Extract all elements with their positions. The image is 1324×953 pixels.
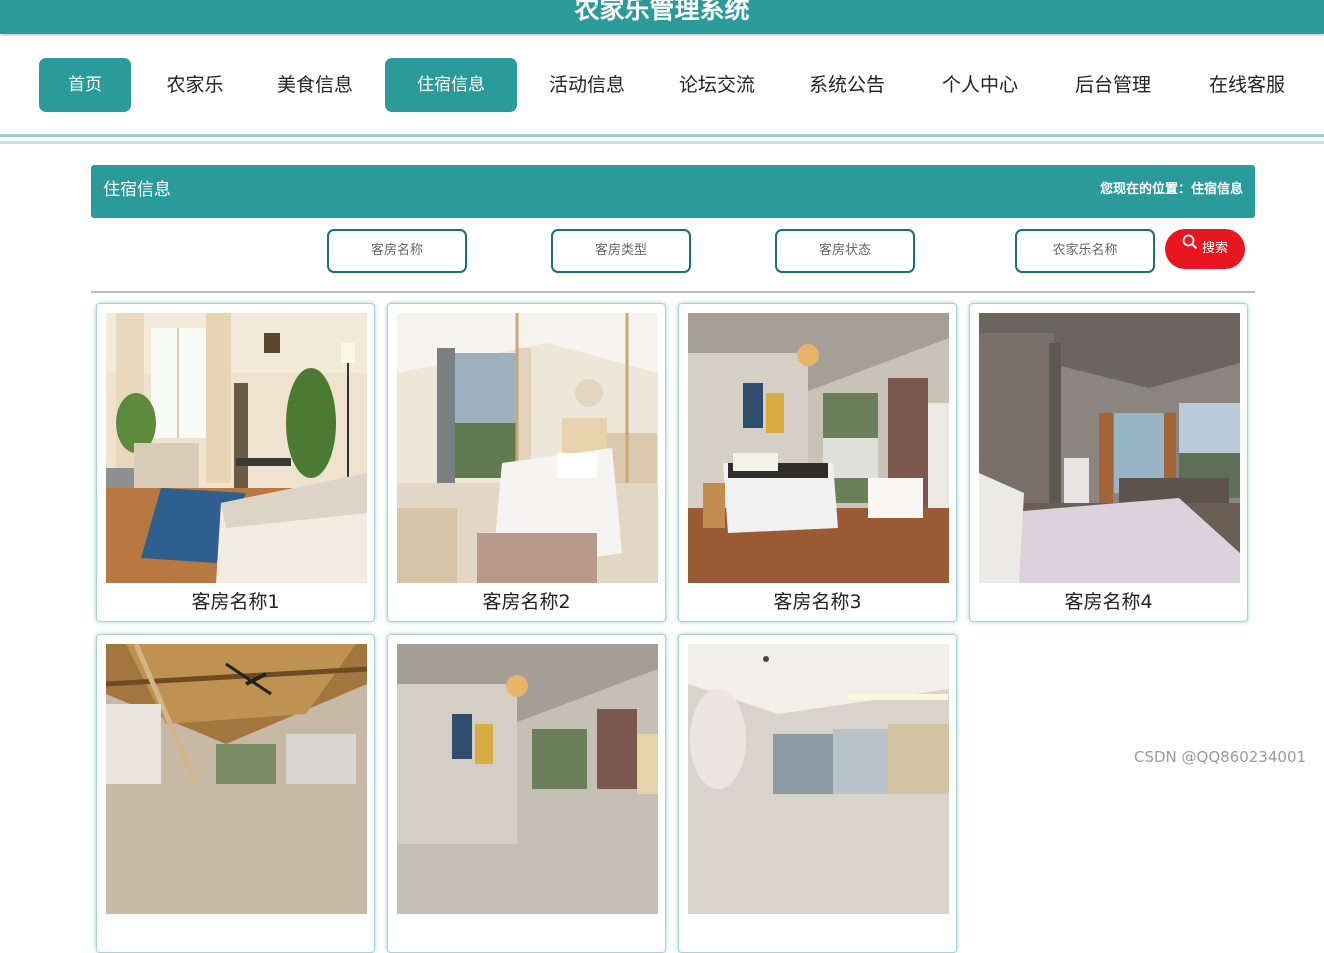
nav-item-food[interactable]: 美食信息: [265, 58, 365, 112]
room-status-input[interactable]: [775, 229, 915, 273]
room-photo[interactable]: [106, 644, 367, 914]
room-card[interactable]: 客房名称4: [969, 303, 1248, 622]
room-card[interactable]: [96, 634, 375, 953]
nav-item-farm[interactable]: 农家乐: [150, 58, 240, 112]
room-photo[interactable]: [979, 313, 1240, 583]
app-title: 农家乐管理系统: [574, 0, 750, 24]
main-nav: 首页 农家乐 美食信息 住宿信息 活动信息 论坛交流 系统公告 个人中心 后台管…: [0, 36, 1324, 134]
search-button[interactable]: 搜索: [1165, 229, 1245, 269]
room-name[interactable]: 客房名称4: [970, 587, 1247, 617]
room-name-input[interactable]: [327, 229, 467, 273]
room-type-input[interactable]: [551, 229, 691, 273]
room-photo[interactable]: [106, 313, 367, 583]
section-header: 住宿信息 您现在的位置：住宿信息: [91, 165, 1255, 218]
nav-item-admin[interactable]: 后台管理: [1063, 58, 1163, 112]
nav-divider-secondary: [0, 141, 1324, 144]
nav-divider: [0, 134, 1324, 137]
room-card[interactable]: 客房名称2: [387, 303, 666, 622]
room-photo[interactable]: [397, 644, 658, 914]
nav-item-support[interactable]: 在线客服: [1197, 58, 1297, 112]
nav-item-lodging[interactable]: 住宿信息: [385, 58, 517, 112]
room-card[interactable]: [678, 634, 957, 953]
nav-item-forum[interactable]: 论坛交流: [667, 58, 767, 112]
room-name[interactable]: 客房名称2: [388, 587, 665, 617]
app-header: 农家乐管理系统: [0, 0, 1324, 34]
room-photo[interactable]: [688, 313, 949, 583]
nav-item-activities[interactable]: 活动信息: [537, 58, 637, 112]
nav-item-home[interactable]: 首页: [39, 58, 131, 112]
section-title: 住宿信息: [103, 180, 171, 200]
farm-name-input[interactable]: [1015, 229, 1155, 273]
watermark: CSDN @QQ860234001: [1134, 748, 1307, 766]
room-photo[interactable]: [688, 644, 949, 914]
filter-divider: [91, 291, 1255, 293]
search-button-label: 搜索: [1201, 241, 1228, 256]
room-card[interactable]: 客房名称1: [96, 303, 375, 622]
room-card[interactable]: 客房名称3: [678, 303, 957, 622]
search-icon: [1182, 227, 1198, 267]
room-card[interactable]: [387, 634, 666, 953]
nav-item-profile[interactable]: 个人中心: [930, 58, 1030, 112]
room-photo[interactable]: [397, 313, 658, 583]
breadcrumb: 您现在的位置：住宿信息: [1099, 182, 1243, 197]
room-name[interactable]: 客房名称3: [679, 587, 956, 617]
nav-item-notices[interactable]: 系统公告: [797, 58, 897, 112]
room-name[interactable]: 客房名称1: [97, 587, 374, 617]
